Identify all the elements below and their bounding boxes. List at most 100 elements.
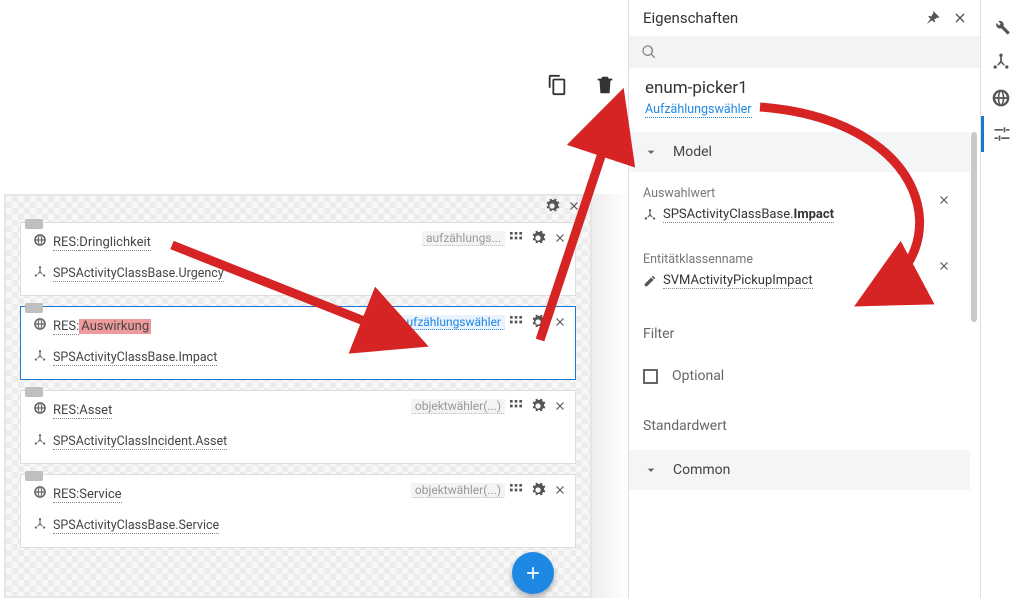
component-type-link[interactable]: Aufzählungswähler [645, 102, 752, 118]
designer-canvas: aufzählungs... RES:Dringlichkeit SPSActivi… [0, 0, 628, 598]
globe-icon [991, 88, 1011, 108]
field-card[interactable]: aufzählungs... RES:Dringlichkeit SPSActivi… [20, 222, 576, 296]
card-settings-button[interactable] [527, 395, 549, 417]
flow-icon [643, 208, 657, 222]
properties-title: Eigenschaften [643, 9, 918, 27]
card-res-label: RES:Auswirkung [53, 319, 151, 334]
prop-auswahlwert-label: Auswahlwert [643, 186, 956, 201]
form-container[interactable]: aufzählungs... RES:Dringlichkeit SPSActivi… [4, 194, 592, 598]
card-settings-button[interactable] [527, 311, 549, 333]
card-type-badge[interactable]: objektwähler(...) [411, 399, 505, 414]
flow-icon [991, 52, 1011, 72]
properties-header: Eigenschaften [629, 0, 980, 36]
card-remove-button[interactable] [549, 227, 571, 249]
card-remove-button[interactable] [549, 395, 571, 417]
component-id: enum-picker1 [645, 78, 964, 98]
properties-panel: Eigenschaften enum-picker1 Aufzählungswä… [628, 0, 980, 598]
trash-icon [594, 74, 616, 96]
prop-entitaet-value[interactable]: SVMActivityPickupImpact [643, 273, 813, 289]
chevron-down-icon [643, 462, 659, 478]
right-rail [980, 0, 1020, 598]
clear-auswahlwert[interactable] [934, 190, 954, 210]
container-settings[interactable] [542, 196, 562, 216]
card-res-label: RES:Service [53, 487, 122, 502]
add-field-fab[interactable] [512, 552, 554, 594]
prop-auswahlwert-value[interactable]: SPSActivityClassBase.Impact [643, 207, 834, 223]
drag-handle[interactable] [25, 219, 43, 229]
globe-icon [33, 317, 47, 335]
flow-icon [33, 517, 47, 535]
clear-entitaet[interactable] [934, 256, 954, 276]
prop-entitaetklassenname: Entitätklassenname SVMActivityPickupImpa… [643, 242, 956, 308]
gear-icon [544, 198, 560, 214]
container-close[interactable] [564, 196, 584, 216]
delete-button[interactable] [594, 74, 616, 96]
field-card[interactable]: objektwähler(...)RES:AssetSPSActivityCla… [20, 390, 576, 464]
rail-sliders[interactable] [981, 116, 1020, 152]
field-card[interactable]: aufzählungswähler RES:Auswirkung SPSActivi… [20, 306, 576, 380]
card-type-badge[interactable]: objektwähler(...) [411, 483, 505, 498]
card-layout-button[interactable] [505, 311, 527, 333]
close-icon [952, 10, 968, 26]
close-icon [937, 259, 951, 273]
card-type-badge[interactable]: aufzählungs... [422, 231, 505, 246]
sliders-icon [992, 124, 1012, 144]
pin-icon [923, 9, 941, 27]
globe-icon [33, 485, 47, 503]
properties-search[interactable] [629, 36, 980, 68]
scrollbar-thumb[interactable] [971, 132, 977, 322]
properties-scroll: Model Auswahlwert SPSActivityClassBase.I… [629, 124, 980, 598]
section-common-title: Common [673, 462, 730, 478]
card-type-badge[interactable]: aufzählungswähler [396, 315, 505, 330]
field-card[interactable]: objektwähler(...) RES:Service SPSActivityC… [20, 474, 576, 548]
drag-handle[interactable] [25, 303, 43, 313]
prop-auswahlwert: Auswahlwert SPSActivityClassBase.Impact [643, 176, 956, 242]
globe-icon [33, 233, 47, 251]
prop-optional-label: Optional [672, 368, 724, 384]
section-common-header[interactable]: Common [629, 450, 970, 490]
canvas-toolbar [546, 74, 616, 96]
card-layout-button[interactable] [505, 395, 527, 417]
drag-handle[interactable] [25, 471, 43, 481]
card-binding-path: SPSActivityClassBase.Service [53, 518, 219, 534]
component-identity: enum-picker1 Aufzählungswähler [629, 68, 980, 124]
chevron-down-icon [643, 144, 659, 160]
rail-wrench[interactable] [981, 8, 1020, 44]
card-layout-button[interactable] [505, 479, 527, 501]
pin-button[interactable] [918, 4, 946, 32]
field-stack: aufzählungs... RES:Dringlichkeit SPSActivi… [20, 222, 576, 548]
wrench-icon [991, 16, 1011, 36]
search-icon [641, 44, 657, 60]
card-remove-button[interactable] [549, 311, 571, 333]
checkbox-icon [643, 369, 658, 384]
plus-icon [523, 563, 543, 583]
close-icon [567, 199, 581, 213]
card-settings-button[interactable] [527, 227, 549, 249]
card-layout-button[interactable] [505, 227, 527, 249]
section-model-body: Auswahlwert SPSActivityClassBase.Impact … [629, 172, 970, 442]
card-settings-button[interactable] [527, 479, 549, 501]
card-remove-button[interactable] [549, 479, 571, 501]
prop-optional[interactable]: Optional [643, 346, 956, 394]
duplicate-button[interactable] [546, 74, 568, 96]
card-binding-path: SPSActivityClassBase.Urgency [53, 266, 224, 282]
globe-icon [33, 401, 47, 419]
rail-globe[interactable] [981, 80, 1020, 116]
rail-flow[interactable] [981, 44, 1020, 80]
prop-standardwert-label: Standardwert [643, 394, 956, 442]
close-panel-button[interactable] [946, 4, 974, 32]
section-model-header[interactable]: Model [629, 132, 970, 172]
card-binding-path: SPSActivityClassBase.Impact [53, 350, 217, 366]
pencil-icon [643, 274, 657, 288]
card-res-label: RES:Dringlichkeit [53, 235, 151, 250]
form-board: aufzählungs... RES:Dringlichkeit SPSActivi… [0, 194, 592, 598]
flow-icon [33, 433, 47, 451]
flow-icon [33, 349, 47, 367]
copy-icon [546, 74, 568, 96]
prop-filter-label: Filter [643, 308, 956, 346]
section-model-title: Model [673, 144, 712, 160]
drag-handle[interactable] [25, 387, 43, 397]
close-icon [937, 193, 951, 207]
prop-entitaet-label: Entitätklassenname [643, 252, 956, 267]
card-res-label: RES:Asset [53, 403, 112, 418]
